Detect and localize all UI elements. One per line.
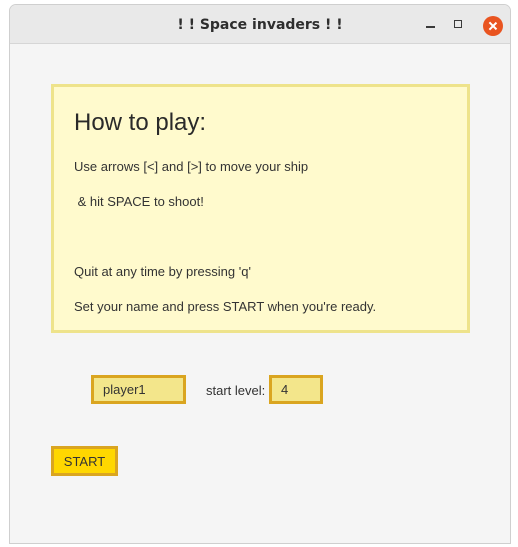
start-level-label: start level: — [206, 383, 266, 398]
maximize-icon[interactable] — [451, 17, 467, 33]
instruction-start: Set your name and press START when you'r… — [74, 299, 377, 314]
instruction-shoot: & hit SPACE to shoot! — [74, 194, 204, 209]
start-button[interactable]: START — [51, 446, 118, 476]
player-name-input[interactable] — [91, 375, 186, 404]
instruction-move: Use arrows [<] and [>] to move your ship — [74, 159, 309, 174]
instructions-panel: How to play: Use arrows [<] and [>] to m… — [51, 84, 470, 333]
close-icon[interactable] — [483, 16, 503, 36]
instruction-quit: Quit at any time by pressing 'q' — [74, 264, 251, 279]
minimize-icon[interactable] — [423, 17, 439, 33]
app-window: ! ! Space invaders ! ! How to play: Use … — [9, 4, 511, 544]
instructions-heading: How to play: — [74, 109, 207, 136]
start-level-input[interactable] — [269, 375, 323, 404]
title-bar[interactable]: ! ! Space invaders ! ! — [10, 5, 510, 44]
